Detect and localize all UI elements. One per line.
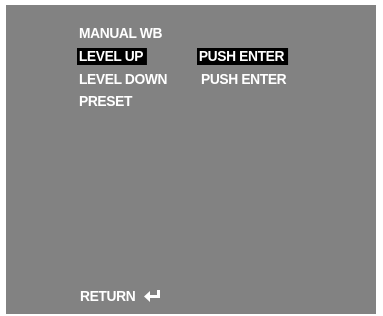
menu-item-preset[interactable]: PRESET	[79, 93, 132, 111]
return-label: RETURN	[80, 288, 136, 305]
level-up-value[interactable]: PUSH ENTER	[197, 48, 288, 66]
menu-title: MANUAL WB	[79, 25, 163, 42]
return-button[interactable]: RETURN	[80, 288, 161, 306]
osd-screen: MANUAL WB LEVEL UP PUSH ENTER LEVEL DOWN…	[6, 5, 376, 314]
enter-arrow-icon	[144, 290, 161, 302]
level-down-value[interactable]: PUSH ENTER	[201, 71, 287, 89]
menu-item-level-up[interactable]: LEVEL UP	[77, 48, 147, 66]
menu-item-level-up-label: LEVEL UP	[77, 48, 147, 65]
level-up-push-enter: PUSH ENTER	[197, 48, 288, 65]
menu-item-level-down[interactable]: LEVEL DOWN	[79, 71, 167, 89]
